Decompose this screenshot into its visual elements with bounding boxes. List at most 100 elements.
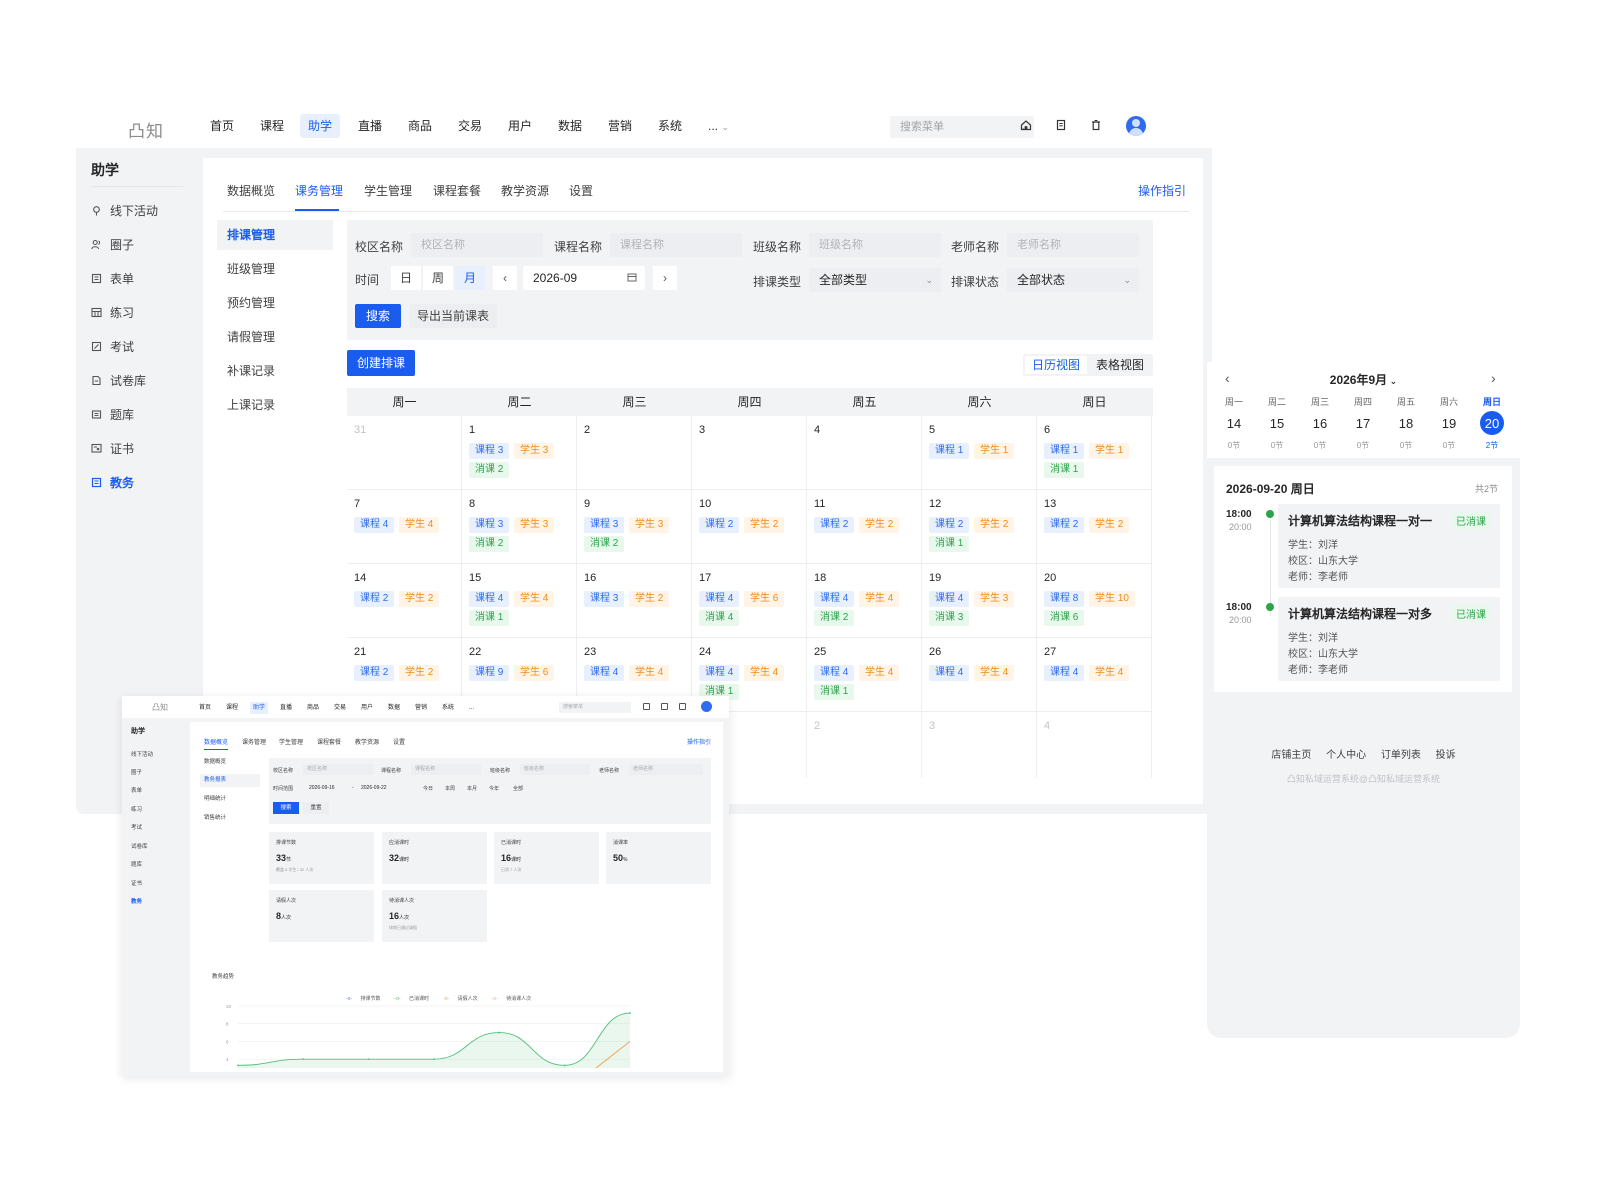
sidebar-item-form[interactable]: 表单 (131, 786, 142, 794)
student-count-chip[interactable]: 学生 2 (399, 665, 440, 681)
nav-marketing[interactable]: 营销 (600, 114, 640, 138)
nav-course[interactable]: 课程 (252, 114, 292, 138)
month-picker[interactable]: 2026-09 (523, 266, 645, 290)
calendar-day-cell[interactable]: 20 课程 8 学生 10 消课 6 (1037, 564, 1152, 638)
course-count-chip[interactable]: 课程 3 (469, 443, 510, 459)
calendar-day-cell[interactable]: 13 课程 2 学生 2 (1037, 490, 1152, 564)
tab-settings[interactable]: 设置 (569, 182, 593, 204)
class-input[interactable]: 班级名称 (809, 233, 941, 257)
sidebar-item-question[interactable]: 题库 (131, 860, 142, 868)
calendar-day-cell[interactable]: 15 课程 4 学生 4 消课 1 (462, 564, 577, 638)
sidebar-item-paper[interactable]: 试卷库 (131, 842, 148, 850)
sidebar-item-form[interactable]: 表单 (91, 267, 191, 289)
calendar-day-cell[interactable]: 19 课程 4 学生 3 消课 3 (922, 564, 1037, 638)
seg-day[interactable]: 日 (391, 266, 421, 290)
subnav-report[interactable]: 教务报表 (200, 774, 260, 787)
course-count-chip[interactable]: 课程 4 (699, 665, 740, 681)
consumed-count-chip[interactable]: 消课 1 (1044, 462, 1085, 478)
student-count-chip[interactable]: 学生 1 (974, 443, 1015, 459)
calendar-day-cell[interactable]: 17 课程 4 学生 6 消课 4 (692, 564, 807, 638)
course-count-chip[interactable]: 课程 2 (699, 517, 740, 533)
mobile-month-picker[interactable]: 2026年9月 ⌄ (1207, 371, 1520, 388)
nav-home[interactable]: 首页 (202, 114, 242, 138)
date-from[interactable]: 2026-09-16 (309, 785, 335, 791)
nav-tutoring[interactable]: 助学 (250, 702, 269, 714)
student-count-chip[interactable]: 学生 4 (974, 665, 1015, 681)
nav-live[interactable]: 直播 (277, 702, 295, 714)
sidebar-item-paper[interactable]: 试卷库 (91, 369, 191, 391)
reset-button[interactable]: 重置 (303, 802, 329, 814)
class-input[interactable]: 班级名称 (520, 764, 590, 775)
mobile-day[interactable]: 17 (1343, 416, 1383, 431)
consumed-count-chip[interactable]: 消课 2 (469, 462, 510, 478)
calendar-day-cell[interactable]: 27 课程 4 学生 4 (1037, 638, 1152, 712)
student-count-chip[interactable]: 学生 4 (859, 591, 900, 607)
course-count-chip[interactable]: 课程 2 (354, 665, 395, 681)
sidebar-item-academic[interactable]: 教务 (91, 471, 191, 493)
course-count-chip[interactable]: 课程 3 (584, 591, 625, 607)
subnav-scheduling[interactable]: 排课管理 (217, 220, 333, 250)
subnav-classes[interactable]: 班级管理 (217, 254, 333, 284)
calendar-day-cell[interactable]: 4 (1037, 712, 1152, 778)
calendar-day-cell[interactable]: 3 (692, 416, 807, 490)
link-personal-center[interactable]: 个人中心 (1326, 750, 1366, 761)
sidebar-item-certificate[interactable]: 证书 (91, 437, 191, 459)
course-count-chip[interactable]: 课程 1 (1044, 443, 1085, 459)
search-input[interactable]: 搜索菜单 ⌄ (890, 116, 1034, 138)
subnav-makeup[interactable]: 补课记录 (217, 356, 333, 386)
quick-year[interactable]: 今年 (489, 785, 499, 792)
course-count-chip[interactable]: 课程 4 (699, 591, 740, 607)
tab-resources[interactable]: 教学资源 (501, 182, 549, 204)
mobile-day[interactable]: 19 (1429, 416, 1469, 431)
student-count-chip[interactable]: 学生 4 (399, 517, 440, 533)
consumed-count-chip[interactable]: 消课 2 (584, 536, 625, 552)
student-count-chip[interactable]: 学生 4 (744, 665, 785, 681)
nav-trade[interactable]: 交易 (450, 114, 490, 138)
nav-more[interactable]: ... ⌄ (700, 114, 737, 138)
nav-more[interactable]: ... (466, 702, 477, 714)
date-to[interactable]: 2026-09-22 (361, 785, 387, 791)
calendar-day-cell[interactable]: 11 课程 2 学生 2 (807, 490, 922, 564)
link-complaint[interactable]: 投诉 (1436, 750, 1456, 761)
nav-users[interactable]: 用户 (500, 114, 540, 138)
student-count-chip[interactable]: 学生 2 (399, 591, 440, 607)
subnav-booking[interactable]: 预约管理 (217, 288, 333, 318)
teacher-input[interactable]: 老师名称 (629, 764, 703, 775)
course-count-chip[interactable]: 课程 2 (1044, 517, 1085, 533)
search-button[interactable]: 搜索 (355, 304, 401, 328)
calendar-day-cell[interactable]: 8 课程 3 学生 3 消课 2 (462, 490, 577, 564)
subnav-leave[interactable]: 请假管理 (217, 322, 333, 352)
calendar-view-button[interactable]: 日历视图 (1025, 356, 1087, 374)
link-order-list[interactable]: 订单列表 (1381, 750, 1421, 761)
create-schedule-button[interactable]: 创建排课 (347, 350, 415, 376)
legend-item[interactable]: -o- 待消课人次 (492, 996, 539, 1002)
tab-overview[interactable]: 数据概览 (227, 182, 275, 204)
document-icon[interactable] (1052, 116, 1070, 134)
nav-live[interactable]: 直播 (350, 114, 390, 138)
student-count-chip[interactable]: 学生 6 (514, 665, 555, 681)
calendar-day-cell[interactable]: 14 课程 2 学生 2 (347, 564, 462, 638)
next-month-button[interactable]: › (653, 266, 677, 290)
tab-packages[interactable]: 课程套餐 (317, 737, 341, 746)
sidebar-item-practice[interactable]: 练习 (91, 301, 191, 323)
teacher-input[interactable]: 老师名称 (1007, 233, 1139, 257)
calendar-day-cell[interactable]: 25 课程 4 学生 4 消课 1 (807, 638, 922, 712)
calendar-day-cell[interactable]: 2 (577, 416, 692, 490)
sidebar-item-academic[interactable]: 教务 (131, 897, 142, 905)
student-count-chip[interactable]: 学生 4 (629, 665, 670, 681)
lesson-card[interactable]: 计算机算法结构课程一对多 已消课 学生：刘洋 校区：山东大学 老师：李老师 (1278, 597, 1500, 681)
type-select[interactable]: 全部类型 ⌄ (809, 268, 941, 292)
student-count-chip[interactable]: 学生 3 (974, 591, 1015, 607)
mobile-day[interactable]: 14 (1214, 416, 1254, 431)
course-count-chip[interactable]: 课程 8 (1044, 591, 1085, 607)
home-icon[interactable] (643, 703, 650, 710)
link-shop-home[interactable]: 店铺主页 (1271, 750, 1311, 761)
student-count-chip[interactable]: 学生 3 (514, 517, 555, 533)
student-count-chip[interactable]: 学生 2 (629, 591, 670, 607)
legend-item[interactable]: -o- 排课节数 (346, 996, 388, 1002)
seg-month[interactable]: 月 (455, 266, 485, 290)
home-icon[interactable] (1017, 116, 1035, 134)
nav-users[interactable]: 用户 (358, 702, 376, 714)
consumed-count-chip[interactable]: 消课 4 (699, 610, 740, 626)
calendar-day-cell[interactable]: 5 课程 1 学生 1 (922, 416, 1037, 490)
